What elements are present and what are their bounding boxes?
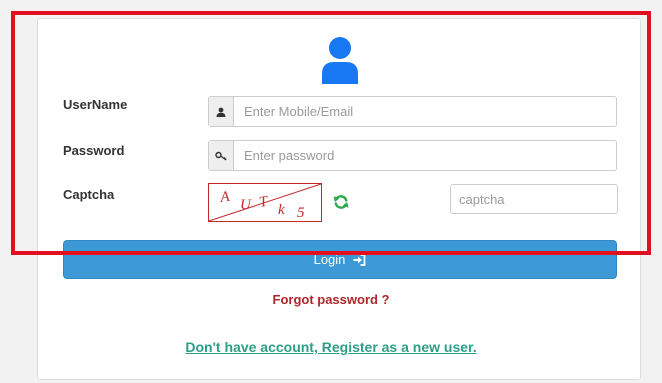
username-field-group [208, 96, 617, 127]
forgot-password-link[interactable]: Forgot password ? [0, 292, 662, 307]
password-input[interactable] [234, 141, 616, 170]
refresh-captcha-icon[interactable] [333, 194, 349, 210]
captcha-char: k [278, 202, 285, 218]
captcha-image: A U T k 5 [208, 183, 322, 222]
password-field-group [208, 140, 617, 171]
sign-in-icon [353, 253, 366, 266]
username-label: UserName [63, 97, 128, 112]
captcha-input[interactable] [450, 184, 618, 214]
user-small-icon [209, 97, 234, 126]
captcha-char: U [240, 197, 252, 213]
user-avatar-icon [322, 37, 358, 84]
register-link[interactable]: Don't have account, Register as a new us… [0, 339, 662, 355]
captcha-label: Captcha [63, 187, 115, 202]
key-icon [209, 141, 234, 170]
username-input[interactable] [234, 97, 616, 126]
login-button[interactable]: Login [63, 240, 617, 279]
login-button-label: Login [313, 252, 346, 267]
password-label: Password [63, 143, 125, 158]
captcha-char: 5 [297, 205, 305, 221]
